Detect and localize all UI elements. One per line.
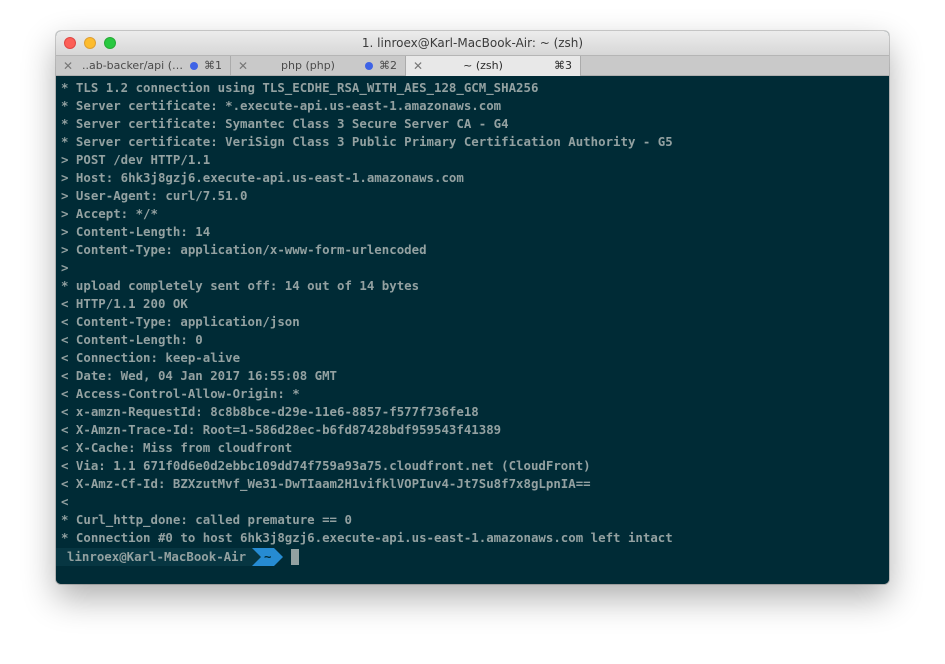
output-line: * Server certificate: VeriSign Class 3 P… bbox=[61, 134, 673, 149]
prompt-directory: ~ bbox=[261, 548, 274, 566]
output-line: < x-amzn-RequestId: 8c8b8bce-d29e-11e6-8… bbox=[61, 404, 479, 419]
output-line: * Connection #0 to host 6hk3j8gzj6.execu… bbox=[61, 530, 673, 545]
output-line: < X-Amz-Cf-Id: BZXzutMvf_We31-DwTIaam2H1… bbox=[61, 476, 591, 491]
output-line: > Content-Type: application/x-www-form-u… bbox=[61, 242, 427, 257]
prompt-user-host: linroex@Karl-MacBook-Air bbox=[56, 548, 253, 566]
output-line: < HTTP/1.1 200 OK bbox=[61, 296, 188, 311]
activity-indicator-icon bbox=[190, 62, 198, 70]
tab-label: ~ (zsh) bbox=[463, 59, 503, 72]
tab-bar-empty-area[interactable] bbox=[581, 56, 889, 76]
output-line: < Via: 1.1 671f0d6e0d2ebbc109dd74f759a93… bbox=[61, 458, 591, 473]
zoom-window-button[interactable] bbox=[104, 37, 116, 49]
tab-shortcut: ⌘2 bbox=[379, 59, 397, 72]
tab-shortcut: ⌘1 bbox=[204, 59, 222, 72]
output-line: * Server certificate: *.execute-api.us-e… bbox=[61, 98, 502, 113]
text-cursor bbox=[290, 549, 299, 565]
close-icon[interactable]: ✕ bbox=[413, 58, 423, 74]
tab-2[interactable]: ✕ php (php) ⌘2 bbox=[231, 56, 406, 76]
output-line: * upload completely sent off: 14 out of … bbox=[61, 278, 420, 293]
output-line: < Connection: keep-alive bbox=[61, 350, 241, 365]
output-line: * TLS 1.2 connection using TLS_ECDHE_RSA… bbox=[61, 80, 539, 95]
output-line: > bbox=[61, 260, 69, 275]
output-line: * Curl_http_done: called premature == 0 bbox=[61, 512, 352, 527]
output-line: * Server certificate: Symantec Class 3 S… bbox=[61, 116, 509, 131]
tab-1[interactable]: ✕ ..ab-backer/api (z... ⌘1 bbox=[56, 56, 231, 76]
output-line: > Content-Length: 14 bbox=[61, 224, 211, 239]
activity-indicator-icon bbox=[365, 62, 373, 70]
close-icon[interactable]: ✕ bbox=[238, 58, 248, 74]
tab-3[interactable]: ✕ ~ (zsh) ⌘3 bbox=[406, 56, 581, 76]
tab-bar: ✕ ..ab-backer/api (z... ⌘1 ✕ php (php) ⌘… bbox=[56, 55, 889, 76]
output-line: > Accept: */* bbox=[61, 206, 158, 221]
output-line: < X-Cache: Miss from cloudfront bbox=[61, 440, 293, 455]
output-line: < Access-Control-Allow-Origin: * bbox=[61, 386, 300, 401]
output-lines: * TLS 1.2 connection using TLS_ECDHE_RSA… bbox=[56, 79, 889, 547]
output-line: < Content-Length: 0 bbox=[61, 332, 203, 347]
powerline-separator bbox=[252, 548, 262, 566]
output-line: > POST /dev HTTP/1.1 bbox=[61, 152, 211, 167]
output-line: < Date: Wed, 04 Jan 2017 16:55:08 GMT bbox=[61, 368, 338, 383]
powerline-separator bbox=[273, 548, 283, 566]
output-line: < X-Amzn-Trace-Id: Root=1-586d28ec-b6fd8… bbox=[61, 422, 502, 437]
close-icon[interactable]: ✕ bbox=[63, 58, 73, 74]
minimize-window-button[interactable] bbox=[84, 37, 96, 49]
tab-shortcut: ⌘3 bbox=[554, 59, 572, 72]
tab-label: ..ab-backer/api (z... bbox=[82, 59, 184, 72]
output-line: < Content-Type: application/json bbox=[61, 314, 300, 329]
output-line: > Host: 6hk3j8gzj6.execute-api.us-east-1… bbox=[61, 170, 464, 185]
window-title: 1. linroex@Karl-MacBook-Air: ~ (zsh) bbox=[361, 36, 584, 50]
output-line: < bbox=[61, 494, 69, 509]
tab-label: php (php) bbox=[281, 59, 335, 72]
output-line: > User-Agent: curl/7.51.0 bbox=[61, 188, 248, 203]
shell-prompt[interactable]: linroex@Karl-MacBook-Air ~ bbox=[56, 548, 889, 566]
title-bar[interactable]: 1. linroex@Karl-MacBook-Air: ~ (zsh) bbox=[56, 31, 889, 55]
terminal-window: 1. linroex@Karl-MacBook-Air: ~ (zsh) ✕ .… bbox=[56, 31, 889, 584]
terminal-output[interactable]: * TLS 1.2 connection using TLS_ECDHE_RSA… bbox=[56, 76, 889, 584]
close-window-button[interactable] bbox=[64, 37, 76, 49]
